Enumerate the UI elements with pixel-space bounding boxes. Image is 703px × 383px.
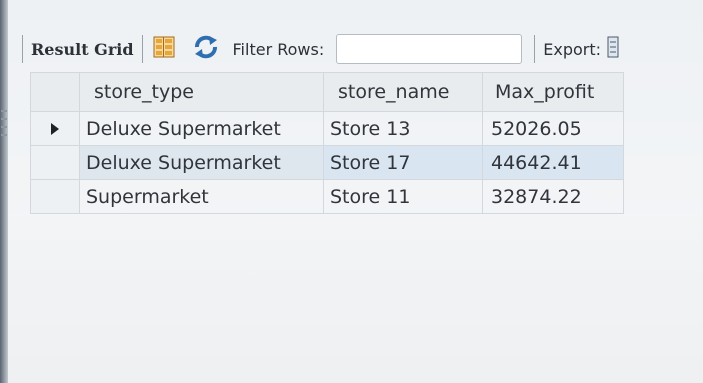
cell-max-profit[interactable]: 44642.41 <box>482 145 624 180</box>
cell-store-type[interactable]: Deluxe Supermarket <box>79 111 324 146</box>
filter-rows-label: Filter Rows: <box>232 39 325 59</box>
export-icon[interactable] <box>601 36 619 62</box>
result-grid-tab[interactable]: Result Grid <box>31 40 134 59</box>
table-row[interactable]: Supermarket Store 11 32874.22 <box>30 179 624 214</box>
table-header-row: store_type store_name Max_profit <box>30 72 624 112</box>
toolbar-separator <box>534 35 536 63</box>
grid-empty-area[interactable] <box>8 215 703 383</box>
cell-store-name[interactable]: Store 11 <box>323 179 483 214</box>
table-row[interactable]: Deluxe Supermarket Store 13 52026.05 <box>30 111 624 146</box>
filter-rows-input[interactable] <box>336 34 523 64</box>
cell-store-type[interactable]: Supermarket <box>79 179 324 214</box>
window-left-edge <box>0 0 8 383</box>
cell-store-type[interactable]: Deluxe Supermarket <box>79 145 324 180</box>
toolbar-separator <box>22 35 23 63</box>
table-row[interactable]: Deluxe Supermarket Store 17 44642.41 <box>30 145 624 180</box>
cell-max-profit[interactable]: 32874.22 <box>482 179 624 214</box>
cell-max-profit[interactable]: 52026.05 <box>482 111 624 146</box>
result-toolbar: Result Grid Filter Rows: Export: <box>22 30 703 68</box>
export-label: Export: <box>543 39 601 59</box>
column-header-store-name[interactable]: store_name <box>323 72 483 112</box>
refresh-icon[interactable] <box>175 35 219 63</box>
toolbar-separator <box>141 35 143 63</box>
column-header-store-type[interactable]: store_type <box>79 72 324 112</box>
result-grid-table: store_type store_name Max_profit Deluxe … <box>30 72 624 214</box>
result-grid-panel: Result Grid Filter Rows: Export: store_t… <box>0 0 703 383</box>
row-selector[interactable] <box>30 179 80 214</box>
grid-view-icon[interactable] <box>151 36 175 62</box>
cell-store-name[interactable]: Store 17 <box>323 145 483 180</box>
row-selector[interactable] <box>30 111 80 146</box>
row-selector[interactable] <box>30 145 80 180</box>
column-header-max-profit[interactable]: Max_profit <box>482 72 624 112</box>
row-selector-header[interactable] <box>30 72 80 112</box>
cell-store-name[interactable]: Store 13 <box>323 111 483 146</box>
row-pointer-icon <box>51 122 59 135</box>
